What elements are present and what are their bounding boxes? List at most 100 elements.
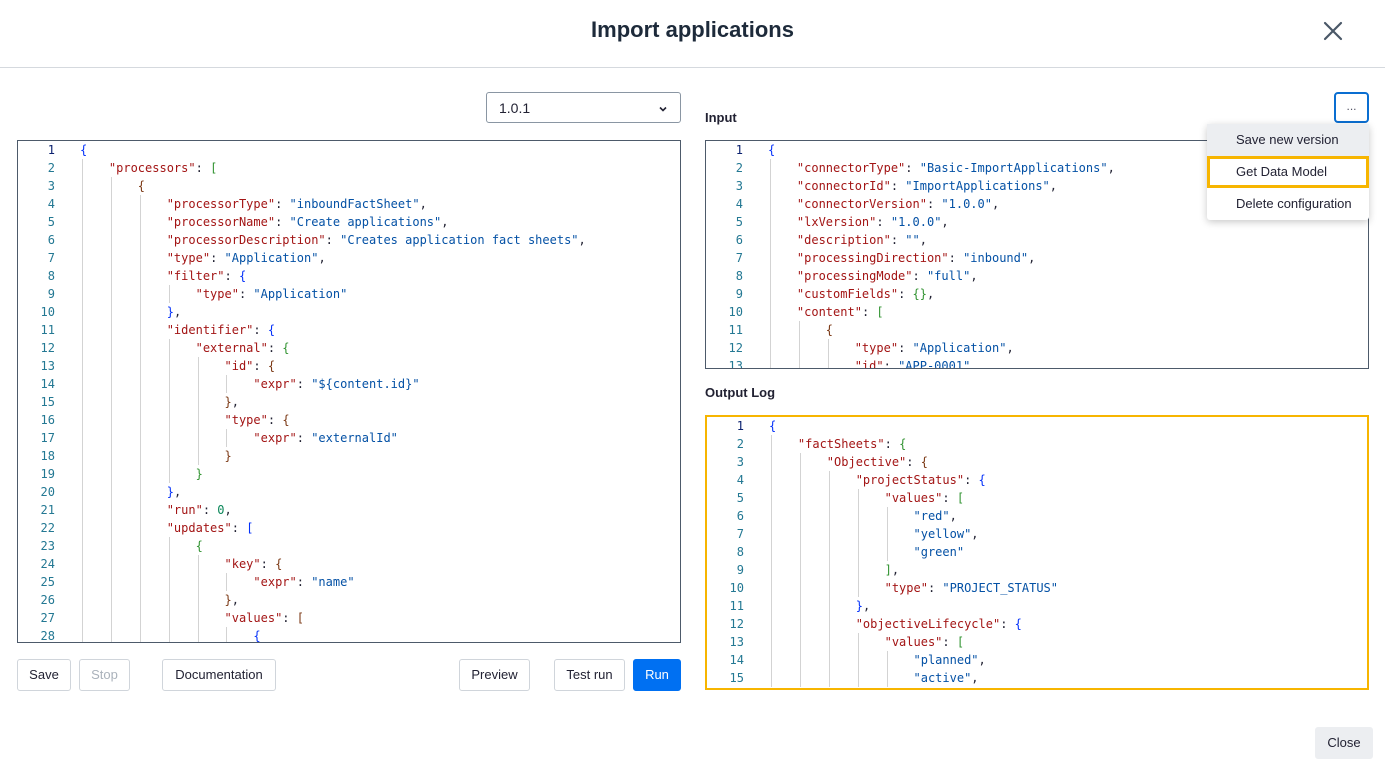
code-text: "processors": [ <box>108 161 218 175</box>
line-number: 16 <box>40 413 55 427</box>
line-number: 2 <box>736 437 744 451</box>
code-text: "filter": { <box>166 269 247 283</box>
line-number: 4 <box>47 197 55 211</box>
code-text: { <box>768 143 776 157</box>
code-text: "red", <box>913 509 957 523</box>
dialog-title: Import applications <box>591 17 794 42</box>
line-number: 7 <box>735 251 743 265</box>
code-line: 10 "content": [ <box>706 303 1368 321</box>
save-button[interactable]: Save <box>17 659 71 691</box>
code-line: 7 "type": "Application", <box>18 249 680 267</box>
chevron-down-icon <box>658 101 668 117</box>
line-number: 23 <box>40 539 55 553</box>
line-number: 8 <box>47 269 55 283</box>
output-log-editor[interactable]: 1{2 "factSheets": {3 "Objective": {4 "pr… <box>705 415 1369 690</box>
code-text: "Objective": { <box>826 455 928 469</box>
code-text: }, <box>166 485 182 499</box>
line-number: 17 <box>40 431 55 445</box>
code-line: 13 "id": "APP-0001" <box>706 357 1368 368</box>
code-text: "values": [ <box>224 611 304 625</box>
code-text: "run": 0, <box>166 503 232 517</box>
run-button[interactable]: Run <box>633 659 681 691</box>
close-button[interactable]: Close <box>1315 727 1373 759</box>
code-line: 2 "processors": [ <box>18 159 680 177</box>
code-text: "type": "Application", <box>854 341 1014 355</box>
code-text: "external": { <box>195 341 290 355</box>
line-number: 11 <box>728 323 743 337</box>
line-number: 18 <box>40 449 55 463</box>
code-line: 22 "updates": [ <box>18 519 680 537</box>
code-text: "connectorId": "ImportApplications", <box>796 179 1058 193</box>
line-number: 19 <box>40 467 55 481</box>
code-line: 13 "id": { <box>18 357 680 375</box>
code-line: 4 "processorType": "inboundFactSheet", <box>18 195 680 213</box>
line-number: 5 <box>736 491 744 505</box>
code-text: } <box>224 449 232 463</box>
line-number: 8 <box>735 269 743 283</box>
code-text: "customFields": {}, <box>796 287 935 301</box>
line-number: 9 <box>736 563 744 577</box>
code-line: 5 "processorName": "Create applications"… <box>18 213 680 231</box>
line-number: 11 <box>729 599 744 613</box>
stop-button[interactable]: Stop <box>79 659 130 691</box>
code-line: 13 "values": [ <box>707 633 1367 651</box>
line-number: 3 <box>735 179 743 193</box>
code-line: 2 "factSheets": { <box>707 435 1367 453</box>
code-text: "green" <box>913 545 965 559</box>
close-icon[interactable] <box>1320 18 1346 44</box>
processor-editor[interactable]: 1{2 "processors": [3 {4 "processorType":… <box>17 140 681 643</box>
code-line: 6 "description": "", <box>706 231 1368 249</box>
code-text: "expr": "externalId" <box>253 431 398 445</box>
version-select[interactable]: 1.0.1 <box>486 92 681 123</box>
line-number: 4 <box>735 197 743 211</box>
line-number: 6 <box>735 233 743 247</box>
code-text: } <box>195 467 203 481</box>
options-menu: Save new version Get Data Model Delete c… <box>1207 124 1369 220</box>
line-number: 4 <box>736 473 744 487</box>
line-number: 21 <box>40 503 55 517</box>
line-number: 20 <box>40 485 55 499</box>
code-line: 8 "filter": { <box>18 267 680 285</box>
code-line: 24 "key": { <box>18 555 680 573</box>
code-text: ], <box>884 563 900 577</box>
code-line: 12 "objectiveLifecycle": { <box>707 615 1367 633</box>
menu-item-save-new-version[interactable]: Save new version <box>1207 124 1369 156</box>
line-number: 10 <box>728 305 743 319</box>
code-text: { <box>825 323 834 337</box>
code-line: 21 "run": 0, <box>18 501 680 519</box>
output-log-label: Output Log <box>705 385 776 400</box>
code-line: 6 "red", <box>707 507 1367 525</box>
code-text: "expr": "name" <box>253 575 355 589</box>
code-line: 14 "expr": "${content.id}" <box>18 375 680 393</box>
code-text: { <box>253 629 261 643</box>
line-number: 5 <box>47 215 55 229</box>
code-line: 17 "expr": "externalId" <box>18 429 680 447</box>
line-number: 12 <box>729 617 744 631</box>
line-number: 7 <box>736 527 744 541</box>
code-line: 15 }, <box>18 393 680 411</box>
line-number: 6 <box>47 233 55 247</box>
line-number: 27 <box>40 611 55 625</box>
more-options-button[interactable]: ... <box>1334 92 1369 123</box>
code-text: "projectStatus": { <box>855 473 986 487</box>
code-text: "expr": "${content.id}" <box>253 377 420 391</box>
code-line: 28 { <box>18 627 680 643</box>
code-line: 6 "processorDescription": "Creates appli… <box>18 231 680 249</box>
test-run-button[interactable]: Test run <box>554 659 625 691</box>
code-text: "processorName": "Create applications", <box>166 215 449 229</box>
code-line: 16 "type": { <box>18 411 680 429</box>
code-text: { <box>137 179 146 193</box>
code-line: 4 "projectStatus": { <box>707 471 1367 489</box>
code-text: "objectiveLifecycle": { <box>855 617 1022 631</box>
line-number: 7 <box>47 251 55 265</box>
code-line: 12 "external": { <box>18 339 680 357</box>
code-line: 14 "planned", <box>707 651 1367 669</box>
code-text: "values": [ <box>884 635 965 649</box>
menu-item-get-data-model[interactable]: Get Data Model <box>1207 156 1369 188</box>
code-text: "yellow", <box>913 527 979 541</box>
documentation-button[interactable]: Documentation <box>162 659 276 691</box>
menu-item-delete-configuration[interactable]: Delete configuration <box>1207 188 1369 220</box>
line-number: 25 <box>40 575 55 589</box>
preview-button[interactable]: Preview <box>459 659 530 691</box>
line-number: 15 <box>729 671 744 685</box>
